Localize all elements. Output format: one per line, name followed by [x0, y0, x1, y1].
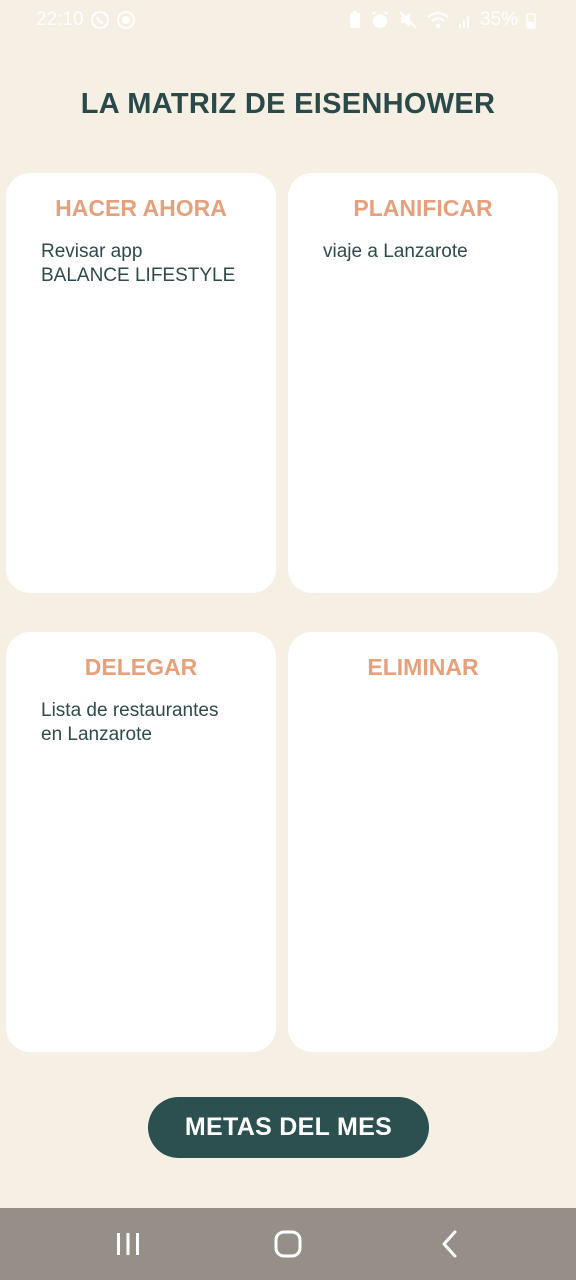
status-time: 22:10	[36, 9, 84, 30]
battery-saver-icon	[348, 10, 362, 30]
quadrant-title: ELIMINAR	[367, 654, 479, 680]
quadrant-do-now[interactable]: HACER AHORA Revisar app BALANCE LIFESTYL…	[6, 173, 276, 593]
status-bar: 22:10 35%	[0, 0, 576, 42]
status-right: 35%	[348, 9, 536, 31]
status-left: 22:10	[36, 9, 136, 31]
whatsapp-icon	[90, 10, 110, 30]
quadrant-delegate[interactable]: DELEGAR Lista de restaurantes en Lanzaro…	[6, 632, 276, 1052]
mute-icon	[398, 10, 418, 30]
quadrant-title: DELEGAR	[84, 654, 198, 680]
wifi-icon	[426, 10, 450, 30]
recents-icon[interactable]	[88, 1208, 168, 1280]
battery-icon	[526, 10, 536, 30]
home-icon[interactable]	[248, 1208, 328, 1280]
quadrant-plan[interactable]: PLANIFICAR viaje a Lanzarote	[288, 173, 558, 593]
signal-icon	[458, 10, 472, 30]
quadrant-content[interactable]: Revisar app BALANCE LIFESTYLE	[41, 240, 256, 288]
quadrant-content[interactable]: Lista de restaurantes en Lanzarote	[41, 699, 256, 747]
battery-percent: 35%	[479, 9, 518, 30]
quadrant-title: PLANIFICAR	[353, 195, 493, 221]
page-title: LA MATRIZ DE EISENHOWER	[80, 88, 496, 120]
goals-of-month-button[interactable]: METAS DEL MES	[148, 1097, 429, 1158]
alarm-icon	[370, 10, 390, 30]
navigation-bar	[0, 1208, 576, 1280]
quadrant-eliminate[interactable]: ELIMINAR	[288, 632, 558, 1052]
quadrant-content[interactable]: viaje a Lanzarote	[323, 240, 538, 264]
quadrant-title: HACER AHORA	[55, 195, 227, 221]
record-icon	[116, 10, 136, 30]
back-icon[interactable]	[410, 1208, 490, 1280]
